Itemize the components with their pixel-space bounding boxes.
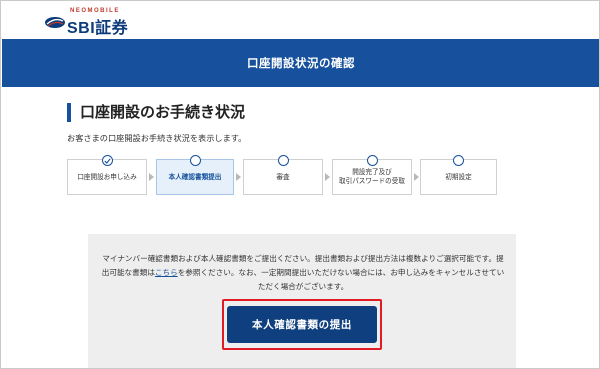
step-arrow-icon bbox=[414, 173, 419, 181]
notice-text-part2: を参照ください。なお、一定期間提出いただけない場合には、お申し込みをキャンセルさ… bbox=[177, 268, 505, 291]
header-title: 口座開設状況の確認 bbox=[247, 56, 355, 70]
logo-brand-text: SBI証券 bbox=[67, 20, 129, 37]
document-list-link[interactable]: こちら bbox=[155, 268, 178, 277]
step-label: 開設完了及び 取引パスワードの受取 bbox=[339, 168, 405, 186]
step-review: 審査 bbox=[243, 155, 323, 195]
step-label: 審査 bbox=[276, 172, 290, 181]
step-arrow-icon bbox=[149, 173, 154, 181]
notice-text: マイナンバー確認書類および本人確認書類をご提出ください。提出書類および提出方法は… bbox=[101, 252, 505, 294]
step-application: 口座開設お申し込み bbox=[67, 155, 147, 195]
step-account-complete: 開設完了及び 取引パスワードの受取 bbox=[332, 155, 412, 195]
progress-stepper: 口座開設お申し込み 本人確認書類提出 審査 開設完了及び 取引パスワードの受取 bbox=[67, 155, 497, 195]
browser-frame: NEOMOBILE SBI証券 口座開設状況の確認 口座開設のお手続き状況 お客… bbox=[0, 0, 600, 369]
step-arrow-icon bbox=[236, 173, 241, 181]
page-title: 口座開設のお手続き状況 bbox=[67, 103, 245, 122]
step-label: 口座開設お申し込み bbox=[77, 172, 137, 181]
sbi-logo[interactable]: NEOMOBILE SBI証券 bbox=[44, 8, 154, 37]
step-initial-setup: 初期設定 bbox=[420, 155, 497, 195]
circle-icon bbox=[453, 155, 464, 166]
submit-id-documents-button[interactable]: 本人確認書類の提出 bbox=[227, 306, 377, 343]
page-description: お客さまの口座開設お手続き状況を表示します。 bbox=[67, 133, 247, 143]
step-label: 初期設定 bbox=[445, 172, 472, 181]
circle-icon bbox=[189, 155, 201, 166]
step-label-line2: 取引パスワードの受取 bbox=[339, 177, 405, 185]
logo-bar: NEOMOBILE SBI証券 bbox=[2, 2, 599, 39]
circle-icon bbox=[366, 155, 378, 166]
sbi-logo-icon bbox=[45, 17, 65, 28]
step-label-line1: 開設完了及び bbox=[352, 168, 392, 176]
circle-icon bbox=[277, 155, 289, 166]
step-label: 本人確認書類提出 bbox=[168, 172, 222, 181]
step-id-documents: 本人確認書類提出 bbox=[156, 155, 234, 195]
check-icon bbox=[101, 155, 113, 166]
page-header: 口座開設状況の確認 bbox=[2, 39, 599, 87]
step-arrow-icon bbox=[325, 173, 330, 181]
